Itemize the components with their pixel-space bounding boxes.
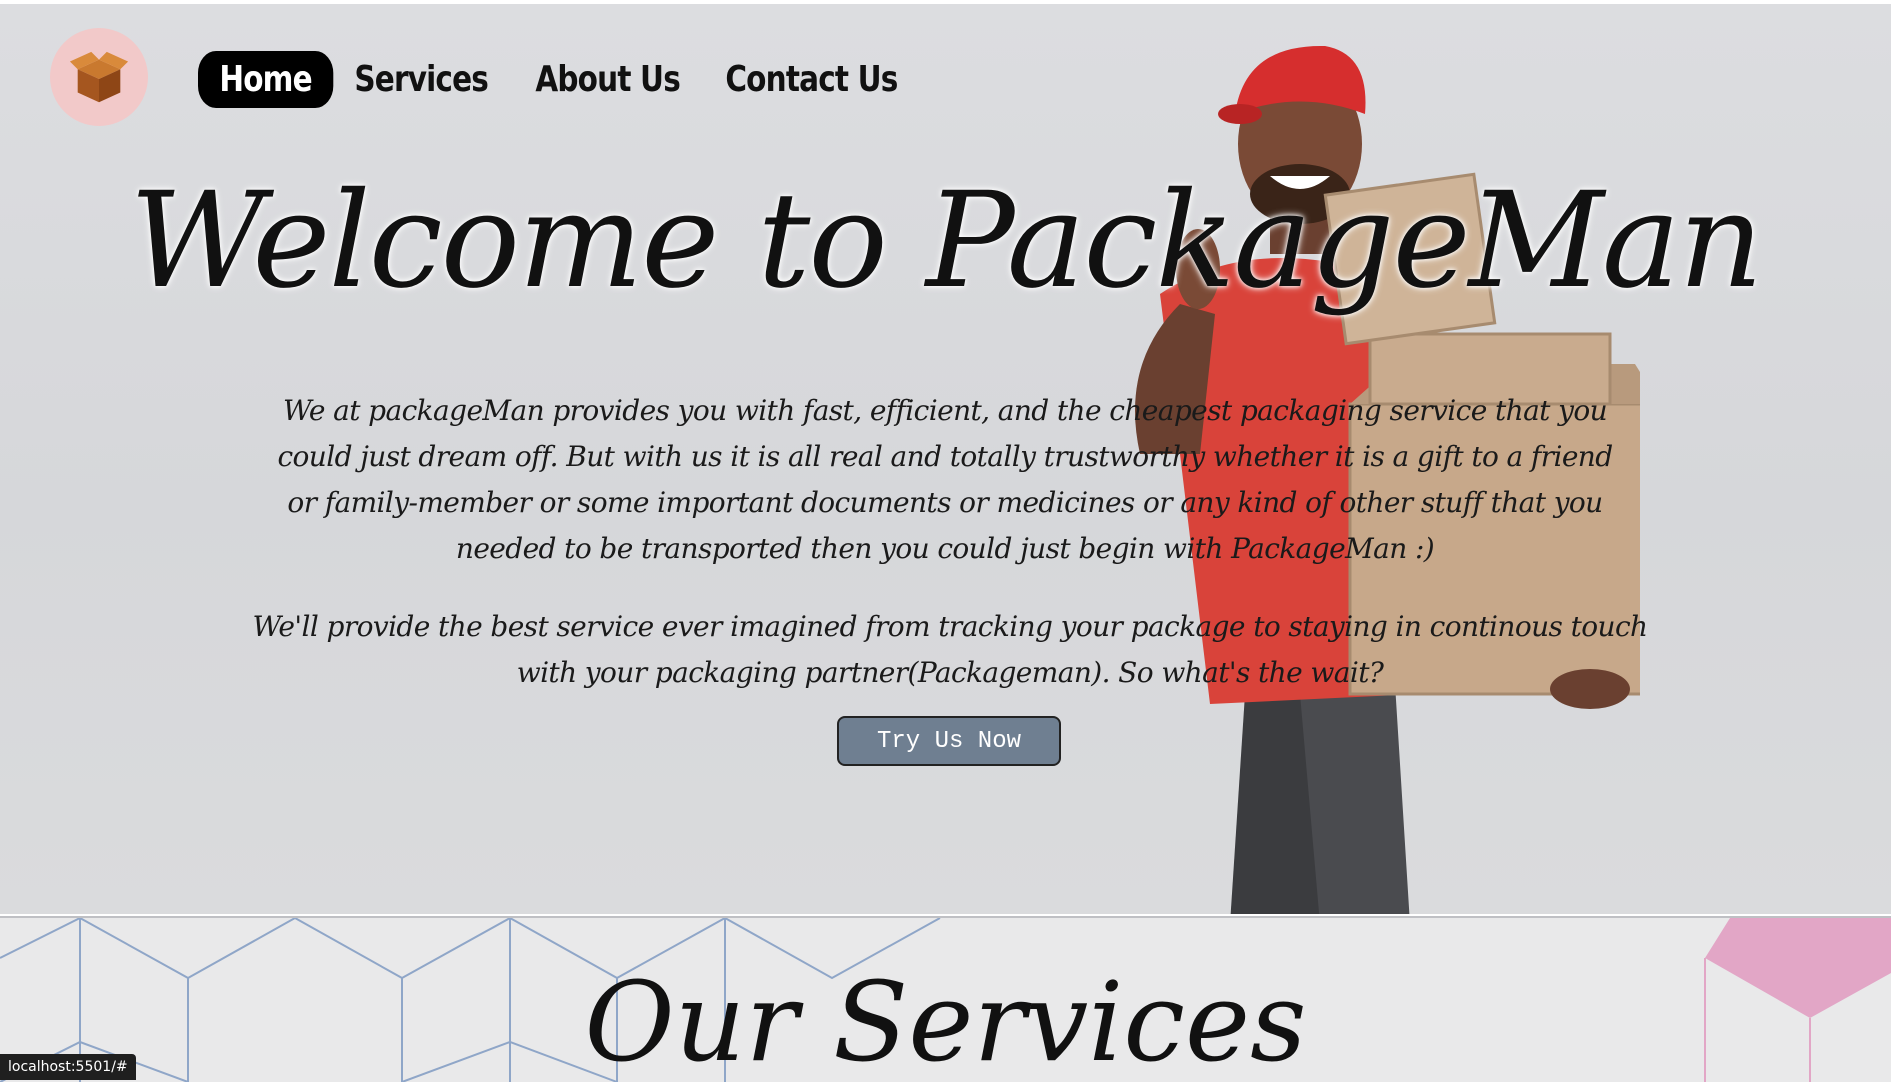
nav-link-home[interactable]: Home — [198, 51, 334, 108]
try-us-now-button[interactable]: Try Us Now — [837, 716, 1061, 766]
nav-link-services[interactable]: Services — [333, 51, 509, 108]
hero-paragraph-service: We'll provide the best service ever imag… — [252, 610, 1649, 689]
status-bar-url: localhost:5501/# — [0, 1054, 136, 1080]
hero-headline: Welcome to PackageMan — [129, 164, 1763, 318]
nav-link-contact-us[interactable]: Contact Us — [704, 51, 919, 108]
hero-paragraph-intro: We at packageMan provides you with fast,… — [277, 394, 1613, 565]
hero-section: Home Services About Us Contact Us Welcom… — [0, 4, 1891, 914]
box-icon — [69, 51, 129, 103]
nav-links: Home Services About Us Contact Us — [198, 51, 966, 108]
services-title: Our Services — [584, 958, 1307, 1086]
nav-link-about-us[interactable]: About Us — [514, 51, 701, 108]
logo[interactable] — [50, 28, 148, 126]
navbar: Home Services About Us Contact Us — [0, 28, 1000, 128]
